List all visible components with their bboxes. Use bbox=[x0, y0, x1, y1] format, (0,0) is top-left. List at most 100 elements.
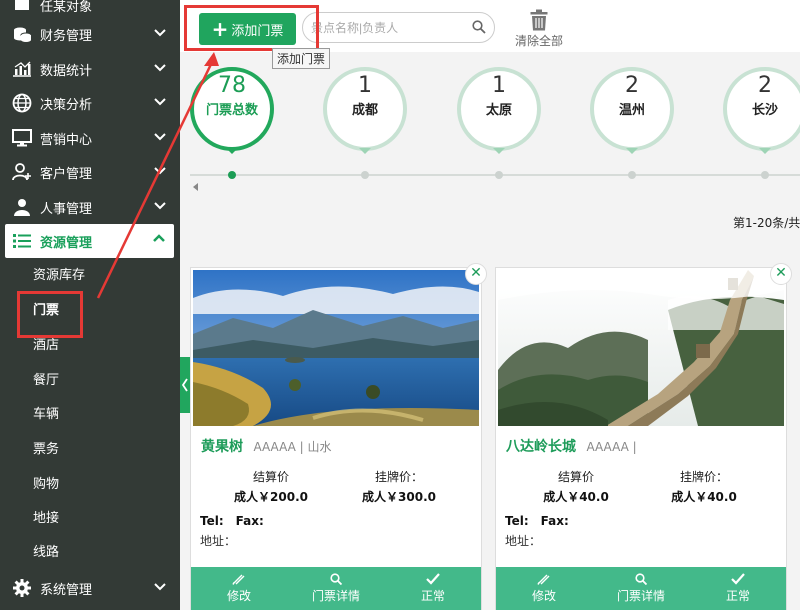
stat-taiyuan[interactable]: 1 太原 bbox=[457, 67, 541, 154]
fax-label: Fax: bbox=[540, 514, 569, 528]
edit-label: 修改 bbox=[531, 589, 556, 603]
scenic-photo bbox=[498, 270, 784, 426]
settle-price-value: 成人￥40.0 bbox=[543, 490, 609, 504]
sub-item-ticketing[interactable]: 票务 bbox=[0, 433, 180, 467]
card-action-bar: 修改 门票详情 正常 bbox=[496, 567, 786, 610]
pencil-icon bbox=[232, 574, 245, 585]
sidebar-item-system[interactable]: 系统管理 bbox=[0, 571, 180, 605]
sidebar-item-label: 任某对象 bbox=[40, 0, 93, 15]
stat-label: 温州 bbox=[618, 103, 645, 118]
stat-chengdu[interactable]: 1 成都 bbox=[323, 67, 407, 154]
ticket-detail-button[interactable]: 门票详情 bbox=[593, 567, 689, 610]
pager-info: 第1-20条/共7 bbox=[733, 216, 800, 230]
monitor-icon bbox=[10, 128, 34, 148]
card-title-row: 八达岭长城 AAAAA | bbox=[506, 436, 637, 456]
box-icon bbox=[10, 0, 34, 15]
detail-label: 门票详情 bbox=[616, 589, 665, 603]
magnifier-icon bbox=[635, 573, 647, 585]
stat-pointer bbox=[493, 148, 505, 154]
ticket-card: ✕ 黄果树 AAAAA | 山水 结算价 挂牌价： 成人￥200.0 成人￥30… bbox=[190, 263, 487, 610]
contact-row: Tel: Fax: bbox=[505, 514, 581, 528]
status-label: 正常 bbox=[420, 589, 445, 603]
chevron-down-icon bbox=[154, 29, 166, 37]
address-label: 地址： bbox=[505, 534, 542, 548]
card-title[interactable]: 八达岭长城 bbox=[506, 439, 576, 455]
status-label: 正常 bbox=[725, 589, 750, 603]
edit-button[interactable]: 修改 bbox=[496, 567, 592, 610]
search-icon[interactable] bbox=[472, 20, 486, 34]
stat-label: 太原 bbox=[485, 103, 512, 118]
sidebar-item-label: 资源管理 bbox=[40, 235, 93, 251]
sub-item-route[interactable]: 线路 bbox=[0, 536, 180, 570]
stat-label: 门票总数 bbox=[205, 103, 258, 118]
card-meta: AAAAA | bbox=[586, 440, 637, 454]
list-price-value: 成人￥40.0 bbox=[671, 490, 737, 504]
stat-number: 1 bbox=[358, 73, 372, 98]
sidebar-item-label: 客户管理 bbox=[40, 166, 93, 182]
coins-icon bbox=[10, 24, 34, 44]
carousel-dot[interactable] bbox=[495, 171, 503, 179]
tooltip: 添加门票 bbox=[272, 48, 331, 69]
edit-label: 修改 bbox=[226, 589, 251, 603]
sidebar-item-marketing[interactable]: 营销中心 bbox=[0, 121, 180, 155]
carousel-dot[interactable] bbox=[228, 171, 236, 179]
user-add-icon bbox=[10, 162, 34, 182]
sidebar-item-hr[interactable]: 人事管理 bbox=[0, 190, 180, 224]
magnifier-icon bbox=[330, 573, 342, 585]
list-price-value: 成人￥300.0 bbox=[362, 490, 436, 504]
fax-label: Fax: bbox=[235, 514, 264, 528]
sidebar-item-finance[interactable]: 财务管理 bbox=[0, 17, 180, 51]
sidebar-item-statistics[interactable]: 数据统计 bbox=[0, 52, 180, 86]
settle-price-label: 结算价 bbox=[557, 470, 594, 484]
close-icon[interactable]: ✕ bbox=[465, 263, 487, 285]
search-input[interactable] bbox=[311, 13, 471, 42]
sidebar-item-resources[interactable]: 资源管理 bbox=[5, 224, 174, 258]
carousel-dot[interactable] bbox=[628, 171, 636, 179]
settle-price-value: 成人￥200.0 bbox=[234, 490, 308, 504]
stat-changsha[interactable]: 2 长沙 bbox=[723, 67, 800, 154]
sidebar-item-customers[interactable]: 客户管理 bbox=[0, 155, 180, 189]
stat-pointer bbox=[626, 148, 638, 154]
stat-wenzhou[interactable]: 2 温州 bbox=[590, 67, 674, 154]
detail-label: 门票详情 bbox=[311, 589, 360, 603]
tel-label: Tel: bbox=[200, 514, 224, 528]
check-icon bbox=[731, 573, 745, 585]
stat-pointer bbox=[759, 148, 771, 154]
status-button[interactable]: 正常 bbox=[385, 567, 481, 610]
edit-button[interactable]: 修改 bbox=[191, 567, 287, 610]
sub-item-shopping[interactable]: 购物 bbox=[0, 468, 180, 502]
sub-item-restaurant[interactable]: 餐厅 bbox=[0, 364, 180, 398]
clear-all-button[interactable]: 清除全部 bbox=[514, 9, 564, 49]
status-button[interactable]: 正常 bbox=[690, 567, 786, 610]
card-meta: AAAAA | 山水 bbox=[253, 440, 332, 454]
chevron-down-icon bbox=[154, 167, 166, 175]
card-title-row: 黄果树 AAAAA | 山水 bbox=[201, 436, 332, 456]
sub-item-ground[interactable]: 地接 bbox=[0, 502, 180, 536]
carousel-dot[interactable] bbox=[761, 171, 769, 179]
carousel-dot[interactable] bbox=[361, 171, 369, 179]
sub-item-inventory[interactable]: 资源库存 bbox=[0, 259, 180, 293]
stat-total[interactable]: 78 门票总数 bbox=[190, 67, 274, 154]
stat-number: 78 bbox=[218, 73, 246, 98]
sidebar-item-label: 人事管理 bbox=[40, 201, 93, 217]
stat-number: 2 bbox=[758, 73, 772, 98]
contact-row: Tel: Fax: bbox=[200, 514, 276, 528]
sidebar-item-decision[interactable]: 决策分析 bbox=[0, 86, 180, 120]
sidebar-item-label: 营销中心 bbox=[40, 132, 93, 148]
stat-pointer bbox=[226, 148, 238, 154]
ticket-detail-button[interactable]: 门票详情 bbox=[288, 567, 384, 610]
tel-label: Tel: bbox=[505, 514, 529, 528]
ticket-card: ✕ 八达岭长城 AAAAA | 结算价 挂牌价： 成人￥40.0 成人￥40.0… bbox=[495, 263, 792, 610]
scroll-left-icon[interactable] bbox=[193, 183, 199, 191]
pencil-icon bbox=[537, 574, 550, 585]
card-title[interactable]: 黄果树 bbox=[201, 439, 243, 455]
sidebar-item-label: 系统管理 bbox=[40, 582, 93, 598]
close-icon[interactable]: ✕ bbox=[770, 263, 792, 285]
sidebar-toggle[interactable] bbox=[180, 357, 190, 413]
sub-item-vehicle[interactable]: 车辆 bbox=[0, 398, 180, 432]
search-box bbox=[302, 12, 495, 43]
address-label: 地址： bbox=[200, 534, 237, 548]
chevron-left-icon bbox=[181, 378, 188, 392]
stat-label: 长沙 bbox=[751, 103, 778, 118]
chevron-down-icon bbox=[154, 133, 166, 141]
